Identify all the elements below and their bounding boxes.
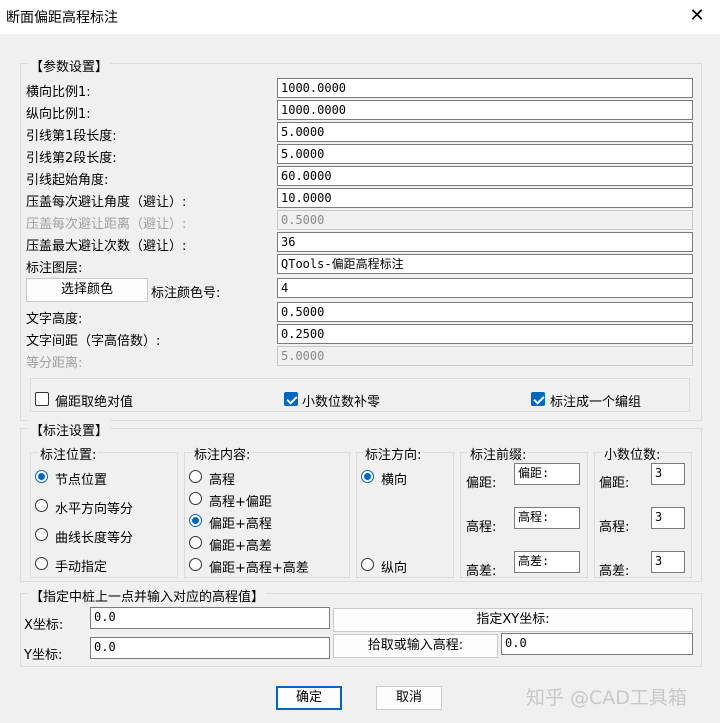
prefix-elev-label: 高程: xyxy=(466,520,497,535)
position-node-radio[interactable] xyxy=(35,470,48,483)
decimals-offset-label: 偏距: xyxy=(599,476,630,491)
position-curve-label: 曲线长度等分 xyxy=(55,531,134,546)
decimals-elev-label: 高程: xyxy=(599,520,630,535)
v-scale-input[interactable]: 1000.0000 xyxy=(277,100,693,120)
watermark: 知乎 @CAD工具箱 xyxy=(526,687,687,709)
avoid-angle-input[interactable]: 10.0000 xyxy=(277,188,693,208)
x-coord-label: X坐标: xyxy=(24,618,64,633)
avoid-distance-input: 0.5000 xyxy=(277,210,693,230)
h-scale-input[interactable]: 1000.0000 xyxy=(277,78,693,98)
direction-title: 标注方向: xyxy=(363,444,424,463)
prefix-offset-input[interactable]: 偏距: xyxy=(514,463,580,485)
ok-button[interactable]: 确定 xyxy=(276,686,342,710)
y-coord-input[interactable]: 0.0 xyxy=(90,637,330,659)
x-coord-input[interactable]: 0.0 xyxy=(90,607,330,629)
position-manual-label: 手动指定 xyxy=(55,560,108,575)
position-manual-radio[interactable] xyxy=(35,557,48,570)
annot-group-title: 【标注设置】 xyxy=(28,420,111,439)
cancel-button[interactable]: 取消 xyxy=(376,686,442,710)
pick-elevation-button[interactable]: 拾取或输入高程: xyxy=(333,634,498,658)
param-label-equal-distance: 等分距离: xyxy=(26,356,83,371)
prefix-elev-input[interactable]: 高程: xyxy=(514,507,580,529)
direction-vertical-radio[interactable] xyxy=(361,558,374,571)
position-node-label: 节点位置 xyxy=(55,473,108,488)
group-label: 标注成一个编组 xyxy=(550,395,642,410)
content-offset-elev-radio[interactable] xyxy=(189,514,202,527)
abs-offset-label: 偏距取绝对值 xyxy=(55,395,134,410)
content-offset-elev-diff-label: 偏距+高程+高差 xyxy=(209,561,309,576)
pile-group-title: 【指定中桩上一点并输入对应的高程值】 xyxy=(28,586,267,605)
param-label-start-angle: 引线起始角度: xyxy=(26,173,109,188)
leader1-length-input[interactable]: 5.0000 xyxy=(277,122,693,142)
color-number-label: 标注颜色号: xyxy=(151,286,221,301)
start-angle-input[interactable]: 60.0000 xyxy=(277,166,693,186)
param-label-avoid-distance: 压盖每次避让距离（避让）: xyxy=(26,217,187,232)
text-height-input[interactable]: 0.5000 xyxy=(277,302,693,322)
direction-horizontal-radio[interactable] xyxy=(361,470,374,483)
content-offset-elev-diff-radio[interactable] xyxy=(189,558,202,571)
content-elev-offset-label: 高程+偏距 xyxy=(209,495,272,510)
prefix-diff-label: 高差: xyxy=(466,564,497,579)
equal-distance-input: 5.0000 xyxy=(277,346,693,366)
content-elev-label: 高程 xyxy=(209,473,236,488)
param-label-text-height: 文字高度: xyxy=(26,312,83,327)
param-label-h-scale: 横向比例1: xyxy=(26,85,91,100)
layer-input[interactable]: QTools-偏距高程标注 xyxy=(277,254,693,274)
position-horizontal-radio[interactable] xyxy=(35,499,48,512)
close-icon[interactable]: ✕ xyxy=(684,2,710,30)
prefix-diff-input[interactable]: 高差: xyxy=(514,551,580,573)
content-offset-elev-label: 偏距+高程 xyxy=(209,517,272,532)
window-title: 断面偏距高程标注 xyxy=(6,10,118,26)
param-label-layer: 标注图层: xyxy=(26,261,83,276)
position-horizontal-label: 水平方向等分 xyxy=(55,502,134,517)
content-elev-radio[interactable] xyxy=(189,470,202,483)
position-title: 标注位置: xyxy=(38,444,99,463)
param-label-avoid-count: 压盖最大避让次数（避让）: xyxy=(26,239,187,254)
group-checkbox[interactable] xyxy=(531,392,545,406)
decimals-title: 小数位数: xyxy=(602,444,663,463)
prefix-title: 标注前缀: xyxy=(468,444,529,463)
zero-pad-label: 小数位数补零 xyxy=(302,395,381,410)
color-number-input[interactable]: 4 xyxy=(277,278,693,298)
param-label-leader1: 引线第1段长度: xyxy=(26,129,117,144)
abs-offset-checkbox[interactable] xyxy=(35,392,49,406)
content-elev-offset-radio[interactable] xyxy=(189,492,202,505)
avoid-count-input[interactable]: 36 xyxy=(277,232,693,252)
position-curve-radio[interactable] xyxy=(35,528,48,541)
param-label-v-scale: 纵向比例1: xyxy=(26,107,91,122)
decimals-diff-label: 高差: xyxy=(599,564,630,579)
param-label-text-spacing: 文字间距（字高倍数）: xyxy=(26,334,161,349)
direction-vertical-label: 纵向 xyxy=(381,561,408,576)
content-title: 标注内容: xyxy=(192,444,253,463)
text-spacing-input[interactable]: 0.2500 xyxy=(277,324,693,344)
zero-pad-checkbox[interactable] xyxy=(284,392,298,406)
content-offset-diff-radio[interactable] xyxy=(189,536,202,549)
decimals-diff-input[interactable]: 3 xyxy=(651,551,685,573)
select-color-button[interactable]: 选择颜色 xyxy=(26,278,148,302)
y-coord-label: Y坐标: xyxy=(24,648,63,663)
param-label-leader2: 引线第2段长度: xyxy=(26,151,117,166)
params-group-title: 【参数设置】 xyxy=(28,56,111,75)
content-offset-diff-label: 偏距+高差 xyxy=(209,539,272,554)
elevation-input[interactable]: 0.0 xyxy=(501,633,693,655)
decimals-offset-input[interactable]: 3 xyxy=(651,463,685,485)
decimals-elev-input[interactable]: 3 xyxy=(651,507,685,529)
prefix-offset-label: 偏距: xyxy=(466,476,497,491)
direction-horizontal-label: 横向 xyxy=(381,473,408,488)
specify-xy-button[interactable]: 指定XY坐标: xyxy=(333,608,693,632)
leader2-length-input[interactable]: 5.0000 xyxy=(277,144,693,164)
param-label-avoid-angle: 压盖每次避让角度（避让）: xyxy=(26,195,187,210)
